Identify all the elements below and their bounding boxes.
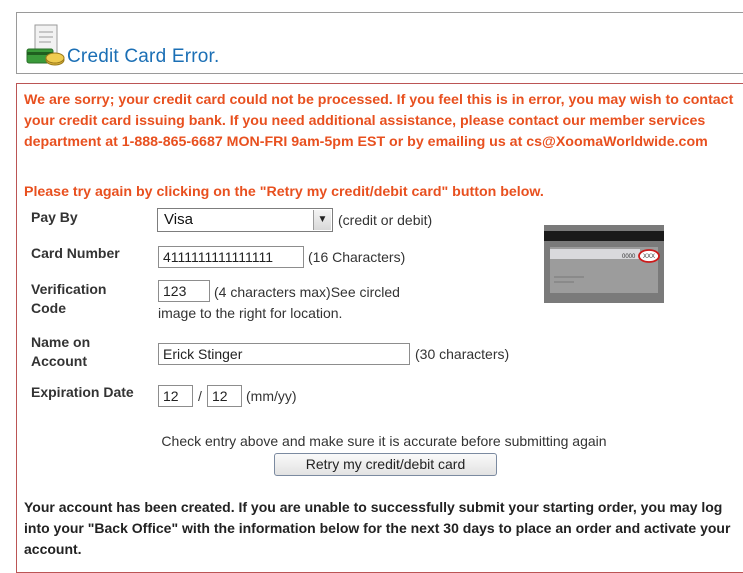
name-on-account-hint: (30 characters) (415, 346, 510, 362)
verification-hint-line1: (4 characters max)See circled (214, 284, 400, 300)
verification-hint-line2: image to the right for location. (158, 305, 343, 321)
pay-by-select[interactable]: Visa ▼ (157, 208, 333, 232)
content-panel: We are sorry; your credit card could not… (16, 83, 743, 573)
retry-card-button[interactable]: Retry my credit/debit card (274, 453, 497, 476)
verification-code-input[interactable]: 123 (158, 280, 210, 302)
error-message: We are sorry; your credit card could not… (24, 92, 734, 150)
retry-prompt: Please try again by clicking on the "Ret… (24, 184, 544, 200)
card-number-label: Card Number (31, 245, 120, 261)
expiration-month-input[interactable]: 12 (158, 385, 193, 407)
name-on-account-input[interactable]: Erick Stinger (158, 343, 410, 365)
pay-by-selected-value: Visa (164, 211, 193, 228)
card-digits: 0000 (622, 254, 636, 260)
verification-code-label-line2: Code (31, 300, 66, 316)
card-number-hint: (16 Characters) (308, 249, 406, 265)
chevron-down-icon[interactable]: ▼ (313, 210, 331, 230)
name-on-account-label-line2: Account (31, 353, 87, 369)
expiration-separator: / (198, 388, 202, 404)
pay-by-hint: (credit or debit) (338, 212, 433, 228)
page: Credit Card Error. We are sorry; your cr… (0, 0, 743, 573)
pay-by-label: Pay By (31, 209, 78, 225)
expiration-date-label: Expiration Date (31, 384, 134, 400)
credit-card-document-icon (26, 24, 65, 66)
name-on-account-label-line1: Name on (31, 334, 91, 350)
card-cvv: XXX (643, 254, 655, 260)
page-title: Credit Card Error. (67, 46, 220, 67)
card-back-cvv-icon: 0000 XXX (544, 225, 664, 303)
check-entry-text: Check entry above and make sure it is ac… (161, 433, 607, 449)
card-number-input[interactable]: 4111111111111111 (158, 246, 304, 268)
account-created-message: Your account has been created. If you ar… (24, 499, 731, 557)
expiration-hint: (mm/yy) (246, 388, 297, 404)
header-panel: Credit Card Error. (16, 12, 743, 74)
verification-code-label-line1: Verification (31, 281, 107, 297)
expiration-year-input[interactable]: 12 (207, 385, 242, 407)
